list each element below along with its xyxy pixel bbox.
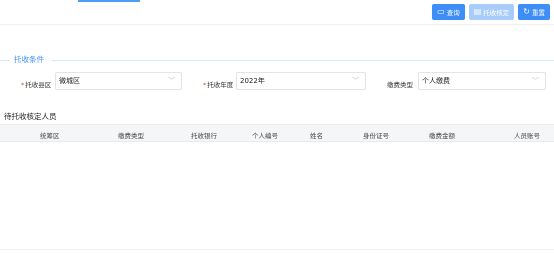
chevron-down-icon: ﹀ (532, 77, 539, 85)
refresh-icon: ↻ (523, 7, 530, 16)
table-header: 统筹区 缴费类型 托收银行 个人编号 姓名 身份证号 缴费金额 人员账号 (0, 124, 554, 142)
column-header[interactable]: 统筹区 (40, 130, 60, 140)
fee-type-select[interactable]: 个人缴费 ﹀ (418, 72, 546, 90)
fee-type-label-text: 缴费类型 (387, 81, 413, 89)
year-select-value: 2022年 (240, 77, 265, 85)
column-header[interactable]: 人员账号 (514, 130, 540, 140)
section-rule (52, 60, 554, 61)
column-header[interactable]: 托收银行 (191, 130, 217, 140)
county-select-value: 微城区 (59, 77, 80, 85)
fee-type-label: 缴费类型 (387, 79, 413, 89)
reset-button-label: 重置 (532, 9, 545, 17)
chevron-down-icon: ﹀ (168, 77, 175, 85)
column-header[interactable]: 个人编号 (252, 130, 278, 140)
verify-button[interactable]: ▤ 托收核定 (468, 4, 515, 20)
required-mark: * (203, 81, 207, 89)
page: ▭ 查询 ▤ 托收核定 ↻ 重置 托收条件 *托收县区 微城区 ﹀ *托收年度 … (0, 0, 554, 253)
column-header[interactable]: 缴费金额 (429, 130, 455, 140)
document-icon: ▤ (473, 7, 482, 16)
verify-button-label: 托收核定 (483, 9, 510, 17)
query-button[interactable]: ▭ 查询 (432, 4, 465, 20)
year-label: *托收年度 (203, 79, 233, 89)
active-tab-indicator (78, 0, 140, 2)
query-button-label: 查询 (446, 9, 460, 17)
section-header: 托收条件 (14, 54, 44, 65)
year-label-text: 托收年度 (207, 81, 234, 89)
county-select[interactable]: 微城区 ﹀ (55, 72, 182, 90)
county-label: *托收县区 (21, 79, 51, 89)
section-title: 托收条件 (14, 55, 44, 64)
toolbar: ▭ 查询 ▤ 托收核定 ↻ 重置 (432, 4, 550, 20)
chevron-down-icon: ﹀ (352, 77, 359, 85)
monitor-icon: ▭ (437, 7, 445, 16)
section-rule-left (0, 60, 10, 61)
toolbar-divider (0, 24, 554, 25)
fee-type-select-value: 个人缴费 (422, 77, 450, 85)
column-header[interactable]: 身份证号 (363, 130, 389, 140)
table-bottom-border (0, 249, 554, 250)
reset-button[interactable]: ↻ 重置 (518, 4, 550, 20)
county-label-text: 托收县区 (25, 81, 52, 89)
required-mark: * (21, 81, 25, 89)
list-title: 待托收核定人员 (4, 112, 57, 121)
column-header[interactable]: 缴费类型 (118, 130, 144, 140)
column-header[interactable]: 姓名 (310, 130, 323, 140)
year-select[interactable]: 2022年 ﹀ (236, 72, 366, 90)
